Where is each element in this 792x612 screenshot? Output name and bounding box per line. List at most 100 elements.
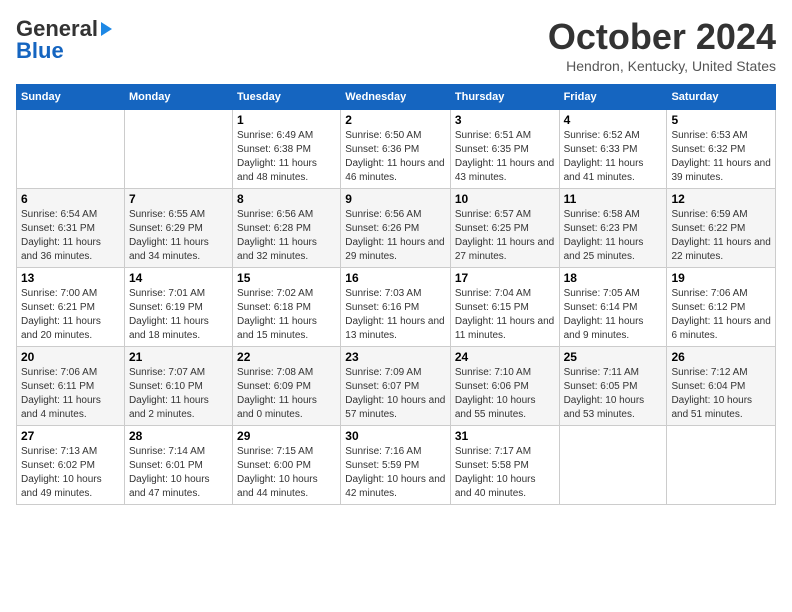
header-day: Wednesday bbox=[341, 85, 451, 110]
location: Hendron, Kentucky, United States bbox=[548, 58, 776, 74]
day-number: 29 bbox=[237, 429, 336, 443]
calendar-cell: 22 Sunrise: 7:08 AMSunset: 6:09 PMDayligh… bbox=[233, 347, 341, 426]
calendar-cell bbox=[124, 110, 232, 189]
day-info: Sunrise: 7:07 AMSunset: 6:10 PMDaylight:… bbox=[129, 366, 228, 422]
day-number: 15 bbox=[237, 271, 336, 285]
day-number: 27 bbox=[21, 429, 120, 443]
calendar-cell: 14 Sunrise: 7:01 AMSunset: 6:19 PMDayligh… bbox=[124, 268, 232, 347]
calendar-cell: 17 Sunrise: 7:04 AMSunset: 6:15 PMDayligh… bbox=[450, 268, 559, 347]
title-block: October 2024 Hendron, Kentucky, United S… bbox=[548, 16, 776, 74]
day-number: 28 bbox=[129, 429, 228, 443]
calendar-cell: 31 Sunrise: 7:17 AMSunset: 5:58 PMDayligh… bbox=[450, 426, 559, 505]
day-info: Sunrise: 7:08 AMSunset: 6:09 PMDaylight:… bbox=[237, 366, 336, 422]
calendar-cell: 26 Sunrise: 7:12 AMSunset: 6:04 PMDayligh… bbox=[667, 347, 776, 426]
calendar-cell: 11 Sunrise: 6:58 AMSunset: 6:23 PMDayligh… bbox=[559, 189, 667, 268]
day-number: 9 bbox=[345, 192, 446, 206]
calendar-cell: 12 Sunrise: 6:59 AMSunset: 6:22 PMDayligh… bbox=[667, 189, 776, 268]
calendar-cell: 6 Sunrise: 6:54 AMSunset: 6:31 PMDaylight… bbox=[17, 189, 125, 268]
day-info: Sunrise: 6:53 AMSunset: 6:32 PMDaylight:… bbox=[671, 129, 771, 185]
header-day: Friday bbox=[559, 85, 667, 110]
day-info: Sunrise: 6:55 AMSunset: 6:29 PMDaylight:… bbox=[129, 208, 228, 264]
calendar-table: SundayMondayTuesdayWednesdayThursdayFrid… bbox=[16, 84, 776, 505]
calendar-cell: 23 Sunrise: 7:09 AMSunset: 6:07 PMDayligh… bbox=[341, 347, 451, 426]
day-info: Sunrise: 7:00 AMSunset: 6:21 PMDaylight:… bbox=[21, 287, 120, 343]
calendar-cell: 16 Sunrise: 7:03 AMSunset: 6:16 PMDayligh… bbox=[341, 268, 451, 347]
calendar-cell: 2 Sunrise: 6:50 AMSunset: 6:36 PMDaylight… bbox=[341, 110, 451, 189]
week-row: 20 Sunrise: 7:06 AMSunset: 6:11 PMDayligh… bbox=[17, 347, 776, 426]
day-info: Sunrise: 7:06 AMSunset: 6:11 PMDaylight:… bbox=[21, 366, 120, 422]
day-info: Sunrise: 6:56 AMSunset: 6:28 PMDaylight:… bbox=[237, 208, 336, 264]
logo: General Blue bbox=[16, 16, 112, 64]
calendar-cell: 29Sunrise: 7:15 AMSunset: 6:00 PMDayligh… bbox=[233, 426, 341, 505]
day-number: 19 bbox=[671, 271, 771, 285]
header-day: Sunday bbox=[17, 85, 125, 110]
calendar-cell: 9 Sunrise: 6:56 AMSunset: 6:26 PMDaylight… bbox=[341, 189, 451, 268]
day-info: Sunrise: 7:13 AMSunset: 6:02 PMDaylight:… bbox=[21, 445, 120, 501]
day-number: 12 bbox=[671, 192, 771, 206]
day-info: Sunrise: 7:04 AMSunset: 6:15 PMDaylight:… bbox=[455, 287, 555, 343]
day-number: 1 bbox=[237, 113, 336, 127]
day-info: Sunrise: 7:12 AMSunset: 6:04 PMDaylight:… bbox=[671, 366, 771, 422]
calendar-cell: 15Sunrise: 7:02 AMSunset: 6:18 PMDayligh… bbox=[233, 268, 341, 347]
calendar-cell: 3Sunrise: 6:51 AMSunset: 6:35 PMDaylight… bbox=[450, 110, 559, 189]
day-info: Sunrise: 7:10 AMSunset: 6:06 PMDaylight:… bbox=[455, 366, 555, 422]
calendar-cell: 19 Sunrise: 7:06 AMSunset: 6:12 PMDayligh… bbox=[667, 268, 776, 347]
day-info: Sunrise: 6:59 AMSunset: 6:22 PMDaylight:… bbox=[671, 208, 771, 264]
day-number: 11 bbox=[564, 192, 663, 206]
day-info: Sunrise: 7:03 AMSunset: 6:16 PMDaylight:… bbox=[345, 287, 446, 343]
day-info: Sunrise: 6:56 AMSunset: 6:26 PMDaylight:… bbox=[345, 208, 446, 264]
header-day: Monday bbox=[124, 85, 232, 110]
week-row: 27 Sunrise: 7:13 AMSunset: 6:02 PMDayligh… bbox=[17, 426, 776, 505]
day-info: Sunrise: 6:57 AMSunset: 6:25 PMDaylight:… bbox=[455, 208, 555, 264]
week-row: 1 Sunrise: 6:49 AMSunset: 6:38 PMDaylight… bbox=[17, 110, 776, 189]
day-number: 18 bbox=[564, 271, 663, 285]
calendar-cell: 1 Sunrise: 6:49 AMSunset: 6:38 PMDaylight… bbox=[233, 110, 341, 189]
day-info: Sunrise: 7:01 AMSunset: 6:19 PMDaylight:… bbox=[129, 287, 228, 343]
day-number: 26 bbox=[671, 350, 771, 364]
day-number: 14 bbox=[129, 271, 228, 285]
day-number: 4 bbox=[564, 113, 663, 127]
day-info: Sunrise: 7:09 AMSunset: 6:07 PMDaylight:… bbox=[345, 366, 446, 422]
day-info: Sunrise: 7:06 AMSunset: 6:12 PMDaylight:… bbox=[671, 287, 771, 343]
day-number: 25 bbox=[564, 350, 663, 364]
calendar-cell: 20 Sunrise: 7:06 AMSunset: 6:11 PMDayligh… bbox=[17, 347, 125, 426]
day-number: 6 bbox=[21, 192, 120, 206]
calendar-cell: 24 Sunrise: 7:10 AMSunset: 6:06 PMDayligh… bbox=[450, 347, 559, 426]
day-info: Sunrise: 7:11 AMSunset: 6:05 PMDaylight:… bbox=[564, 366, 663, 422]
day-info: Sunrise: 6:50 AMSunset: 6:36 PMDaylight:… bbox=[345, 129, 446, 185]
day-info: Sunrise: 6:58 AMSunset: 6:23 PMDaylight:… bbox=[564, 208, 663, 264]
month-title: October 2024 bbox=[548, 16, 776, 58]
calendar-cell: 28 Sunrise: 7:14 AMSunset: 6:01 PMDayligh… bbox=[124, 426, 232, 505]
day-number: 2 bbox=[345, 113, 446, 127]
day-number: 22 bbox=[237, 350, 336, 364]
day-number: 10 bbox=[455, 192, 555, 206]
day-info: Sunrise: 7:14 AMSunset: 6:01 PMDaylight:… bbox=[129, 445, 228, 501]
calendar-cell: 21 Sunrise: 7:07 AMSunset: 6:10 PMDayligh… bbox=[124, 347, 232, 426]
week-row: 13 Sunrise: 7:00 AMSunset: 6:21 PMDayligh… bbox=[17, 268, 776, 347]
calendar-cell: 7Sunrise: 6:55 AMSunset: 6:29 PMDaylight… bbox=[124, 189, 232, 268]
header-day: Saturday bbox=[667, 85, 776, 110]
day-number: 8 bbox=[237, 192, 336, 206]
day-info: Sunrise: 7:05 AMSunset: 6:14 PMDaylight:… bbox=[564, 287, 663, 343]
day-number: 16 bbox=[345, 271, 446, 285]
calendar-cell bbox=[17, 110, 125, 189]
day-number: 13 bbox=[21, 271, 120, 285]
header-day: Thursday bbox=[450, 85, 559, 110]
calendar-cell: 25 Sunrise: 7:11 AMSunset: 6:05 PMDayligh… bbox=[559, 347, 667, 426]
day-number: 31 bbox=[455, 429, 555, 443]
day-number: 24 bbox=[455, 350, 555, 364]
day-number: 23 bbox=[345, 350, 446, 364]
calendar-cell: 4 Sunrise: 6:52 AMSunset: 6:33 PMDaylight… bbox=[559, 110, 667, 189]
day-number: 17 bbox=[455, 271, 555, 285]
day-info: Sunrise: 6:54 AMSunset: 6:31 PMDaylight:… bbox=[21, 208, 120, 264]
day-info: Sunrise: 6:49 AMSunset: 6:38 PMDaylight:… bbox=[237, 129, 336, 185]
week-row: 6 Sunrise: 6:54 AMSunset: 6:31 PMDaylight… bbox=[17, 189, 776, 268]
day-info: Sunrise: 6:52 AMSunset: 6:33 PMDaylight:… bbox=[564, 129, 663, 185]
day-info: Sunrise: 7:16 AMSunset: 5:59 PMDaylight:… bbox=[345, 445, 446, 501]
day-number: 5 bbox=[671, 113, 771, 127]
day-info: Sunrise: 7:17 AMSunset: 5:58 PMDaylight:… bbox=[455, 445, 555, 501]
day-number: 20 bbox=[21, 350, 120, 364]
day-info: Sunrise: 6:51 AMSunset: 6:35 PMDaylight:… bbox=[455, 129, 555, 185]
day-number: 21 bbox=[129, 350, 228, 364]
calendar-cell: 10 Sunrise: 6:57 AMSunset: 6:25 PMDayligh… bbox=[450, 189, 559, 268]
